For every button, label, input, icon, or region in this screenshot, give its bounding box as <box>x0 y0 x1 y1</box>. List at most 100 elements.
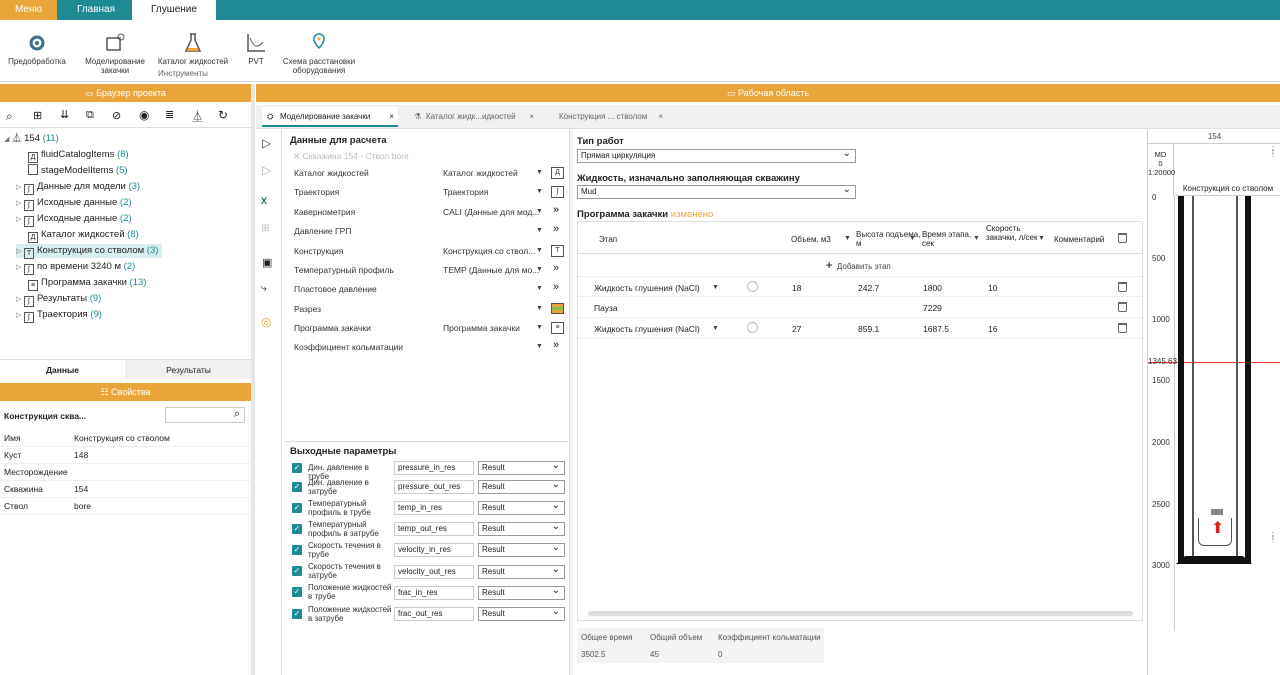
export-icon[interactable]: ⤷ <box>261 283 267 294</box>
tree-item[interactable]: ▷ ∫ Исходные данные (2) <box>16 196 132 211</box>
output-name-input[interactable]: pressure_out_res <box>394 480 474 494</box>
tree-item[interactable]: ≡ Программа закачки (13) <box>28 276 146 291</box>
fluid-catalog-button[interactable]: Каталог жидкостей <box>155 32 231 66</box>
dropdown-icon[interactable]: ▼ <box>536 169 543 176</box>
equipment-layout-button[interactable]: Схема расстановки оборудования <box>280 32 358 75</box>
scroll-handle[interactable]: ⋮ ⋮ <box>1269 146 1277 158</box>
program-icon[interactable]: ≡ <box>551 322 564 334</box>
copy-icon[interactable]: ⧉ <box>86 109 94 122</box>
save-icon[interactable]: ▣ <box>262 256 272 269</box>
output-name-input[interactable]: frac_out_res <box>394 607 474 621</box>
excel-icon[interactable]: X <box>261 196 267 206</box>
dropdown-icon[interactable]: ▼ <box>536 324 543 331</box>
chevrons-right-icon[interactable]: » <box>553 223 559 235</box>
output-result-select[interactable]: Result <box>478 500 565 515</box>
dropdown-icon[interactable]: ▼ <box>536 188 543 195</box>
tree-item-selected[interactable]: ▷ Т Конструкция со стволом (3) <box>16 244 163 259</box>
table-row[interactable]: Пауза 7229 <box>578 297 1142 318</box>
tab-fluid-catalog[interactable]: ⚗ Каталог жидк...идкостей × <box>408 107 538 127</box>
output-name-input[interactable]: frac_in_res <box>394 586 474 600</box>
tab-data[interactable]: Данные <box>0 360 125 380</box>
play-icon[interactable]: ▷ <box>262 136 271 150</box>
initial-fluid-select[interactable]: Mud <box>577 184 856 199</box>
output-result-select[interactable]: Result <box>478 606 565 621</box>
database-icon[interactable]: ≣ <box>165 108 174 121</box>
dropdown-icon[interactable]: ▼ <box>536 266 543 273</box>
output-name-input[interactable]: temp_out_res <box>394 522 474 536</box>
dropdown-icon[interactable]: ▼ <box>536 305 543 312</box>
table-row[interactable]: Жидкость глушения (NaCl) ▼ 18 242.7 1800 … <box>578 276 1142 297</box>
tab-results[interactable]: Результаты <box>126 360 251 380</box>
tab-main[interactable]: Главная <box>62 0 130 20</box>
chevrons-right-icon[interactable]: » <box>553 339 559 351</box>
chevrons-right-icon[interactable]: » <box>553 204 559 216</box>
search-icon[interactable]: ⌕ <box>6 109 13 124</box>
output-result-select[interactable]: Result <box>478 521 565 536</box>
output-result-select[interactable]: Result <box>478 460 565 475</box>
close-icon[interactable]: × <box>658 107 663 127</box>
tree-item[interactable]: ▷ ∫ по времени 3240 м (2) <box>16 260 135 275</box>
percent-icon[interactable]: ⊘ <box>112 109 121 122</box>
dropdown-icon[interactable]: ▼ <box>712 284 719 291</box>
tree-item[interactable]: ДfluidCatalogItems (8) <box>28 148 129 163</box>
check-icon[interactable]: ✓ <box>292 587 302 597</box>
check-icon[interactable]: ✓ <box>292 545 302 555</box>
close-icon[interactable]: × <box>529 107 534 127</box>
check-icon[interactable]: ✓ <box>292 463 302 473</box>
injection-modeling-button[interactable]: Моделирование закачки <box>80 32 150 75</box>
check-icon[interactable]: ✓ <box>292 566 302 576</box>
scroll-handle[interactable]: ⋮ ⋮ <box>1269 532 1277 544</box>
tab-injection-modeling[interactable]: ⛭ Моделирование закачки × <box>262 107 398 127</box>
sort-icon[interactable]: ▼ <box>973 235 980 242</box>
splitter[interactable] <box>569 130 573 675</box>
output-result-select[interactable]: Result <box>478 542 565 557</box>
horizontal-scrollbar[interactable] <box>588 611 1133 616</box>
dropdown-icon[interactable]: ▼ <box>536 285 543 292</box>
dropdown-icon[interactable]: ▼ <box>712 325 719 332</box>
output-result-select[interactable]: Result <box>478 564 565 579</box>
output-name-input[interactable]: pressure_in_res <box>394 461 474 475</box>
output-name-input[interactable]: velocity_in_res <box>394 543 474 557</box>
sort-icon[interactable]: ▼ <box>844 235 851 242</box>
check-icon[interactable]: ✓ <box>292 482 302 492</box>
color-radio[interactable] <box>747 281 758 292</box>
output-name-input[interactable]: velocity_out_res <box>394 565 474 579</box>
dropdown-icon[interactable]: ▼ <box>536 247 543 254</box>
collapse-icon[interactable]: ⇊ <box>60 108 69 121</box>
dropdown-icon[interactable]: ▼ <box>536 227 543 234</box>
preprocess-button[interactable]: Предобработка <box>6 32 68 66</box>
trash-icon[interactable] <box>1118 282 1127 292</box>
check-icon[interactable]: ✓ <box>292 503 302 513</box>
catalog-icon[interactable]: Д <box>551 167 564 179</box>
output-name-input[interactable]: temp_in_res <box>394 501 474 515</box>
tab-killing[interactable]: Глушение <box>132 0 216 20</box>
sort-icon[interactable]: ▼ <box>909 235 916 242</box>
tree-item[interactable]: ▷ ∫ Исходные данные (2) <box>16 212 132 227</box>
tab-construction[interactable]: Конструкция ... стволом × <box>541 107 669 127</box>
output-result-select[interactable]: Result <box>478 479 565 494</box>
trash-icon[interactable] <box>1118 323 1127 333</box>
add-stage-button[interactable]: + Добавить этап <box>826 260 891 272</box>
trash-icon[interactable] <box>1118 233 1127 243</box>
dropdown-icon[interactable]: ▼ <box>536 343 543 350</box>
chevrons-right-icon[interactable]: » <box>553 262 559 274</box>
properties-search-input[interactable]: ⌕ <box>165 407 245 423</box>
tree-item[interactable]: Д Каталог жидкостей (8) <box>28 228 139 243</box>
construction-icon[interactable]: Т <box>551 245 564 257</box>
close-icon[interactable]: × <box>389 107 394 127</box>
dropdown-icon[interactable]: ▼ <box>536 208 543 215</box>
tree-item-root[interactable]: ◢ ⏅ 154 (11) <box>4 132 59 146</box>
splitter[interactable] <box>251 84 255 675</box>
compass-icon[interactable]: ◎ <box>261 315 271 329</box>
eye-icon[interactable]: ◉ <box>139 108 149 122</box>
refresh-icon[interactable]: ↻ <box>218 108 228 122</box>
tree-icon[interactable]: ⊞ <box>33 109 42 122</box>
tree-item[interactable]: ▷ ∫ Траектория (9) <box>16 308 102 323</box>
color-radio[interactable] <box>747 322 758 333</box>
chevrons-right-icon[interactable]: » <box>553 281 559 293</box>
pvt-button[interactable]: PVT <box>240 32 272 66</box>
sort-icon[interactable]: ▼ <box>1038 235 1045 242</box>
tree-item[interactable]: ▷ ∫ Данные для модели (3) <box>16 180 140 195</box>
check-icon[interactable]: ✓ <box>292 609 302 619</box>
table-row[interactable]: Жидкость глушения (NaCl) ▼ 27 859.1 1687.… <box>578 318 1142 339</box>
